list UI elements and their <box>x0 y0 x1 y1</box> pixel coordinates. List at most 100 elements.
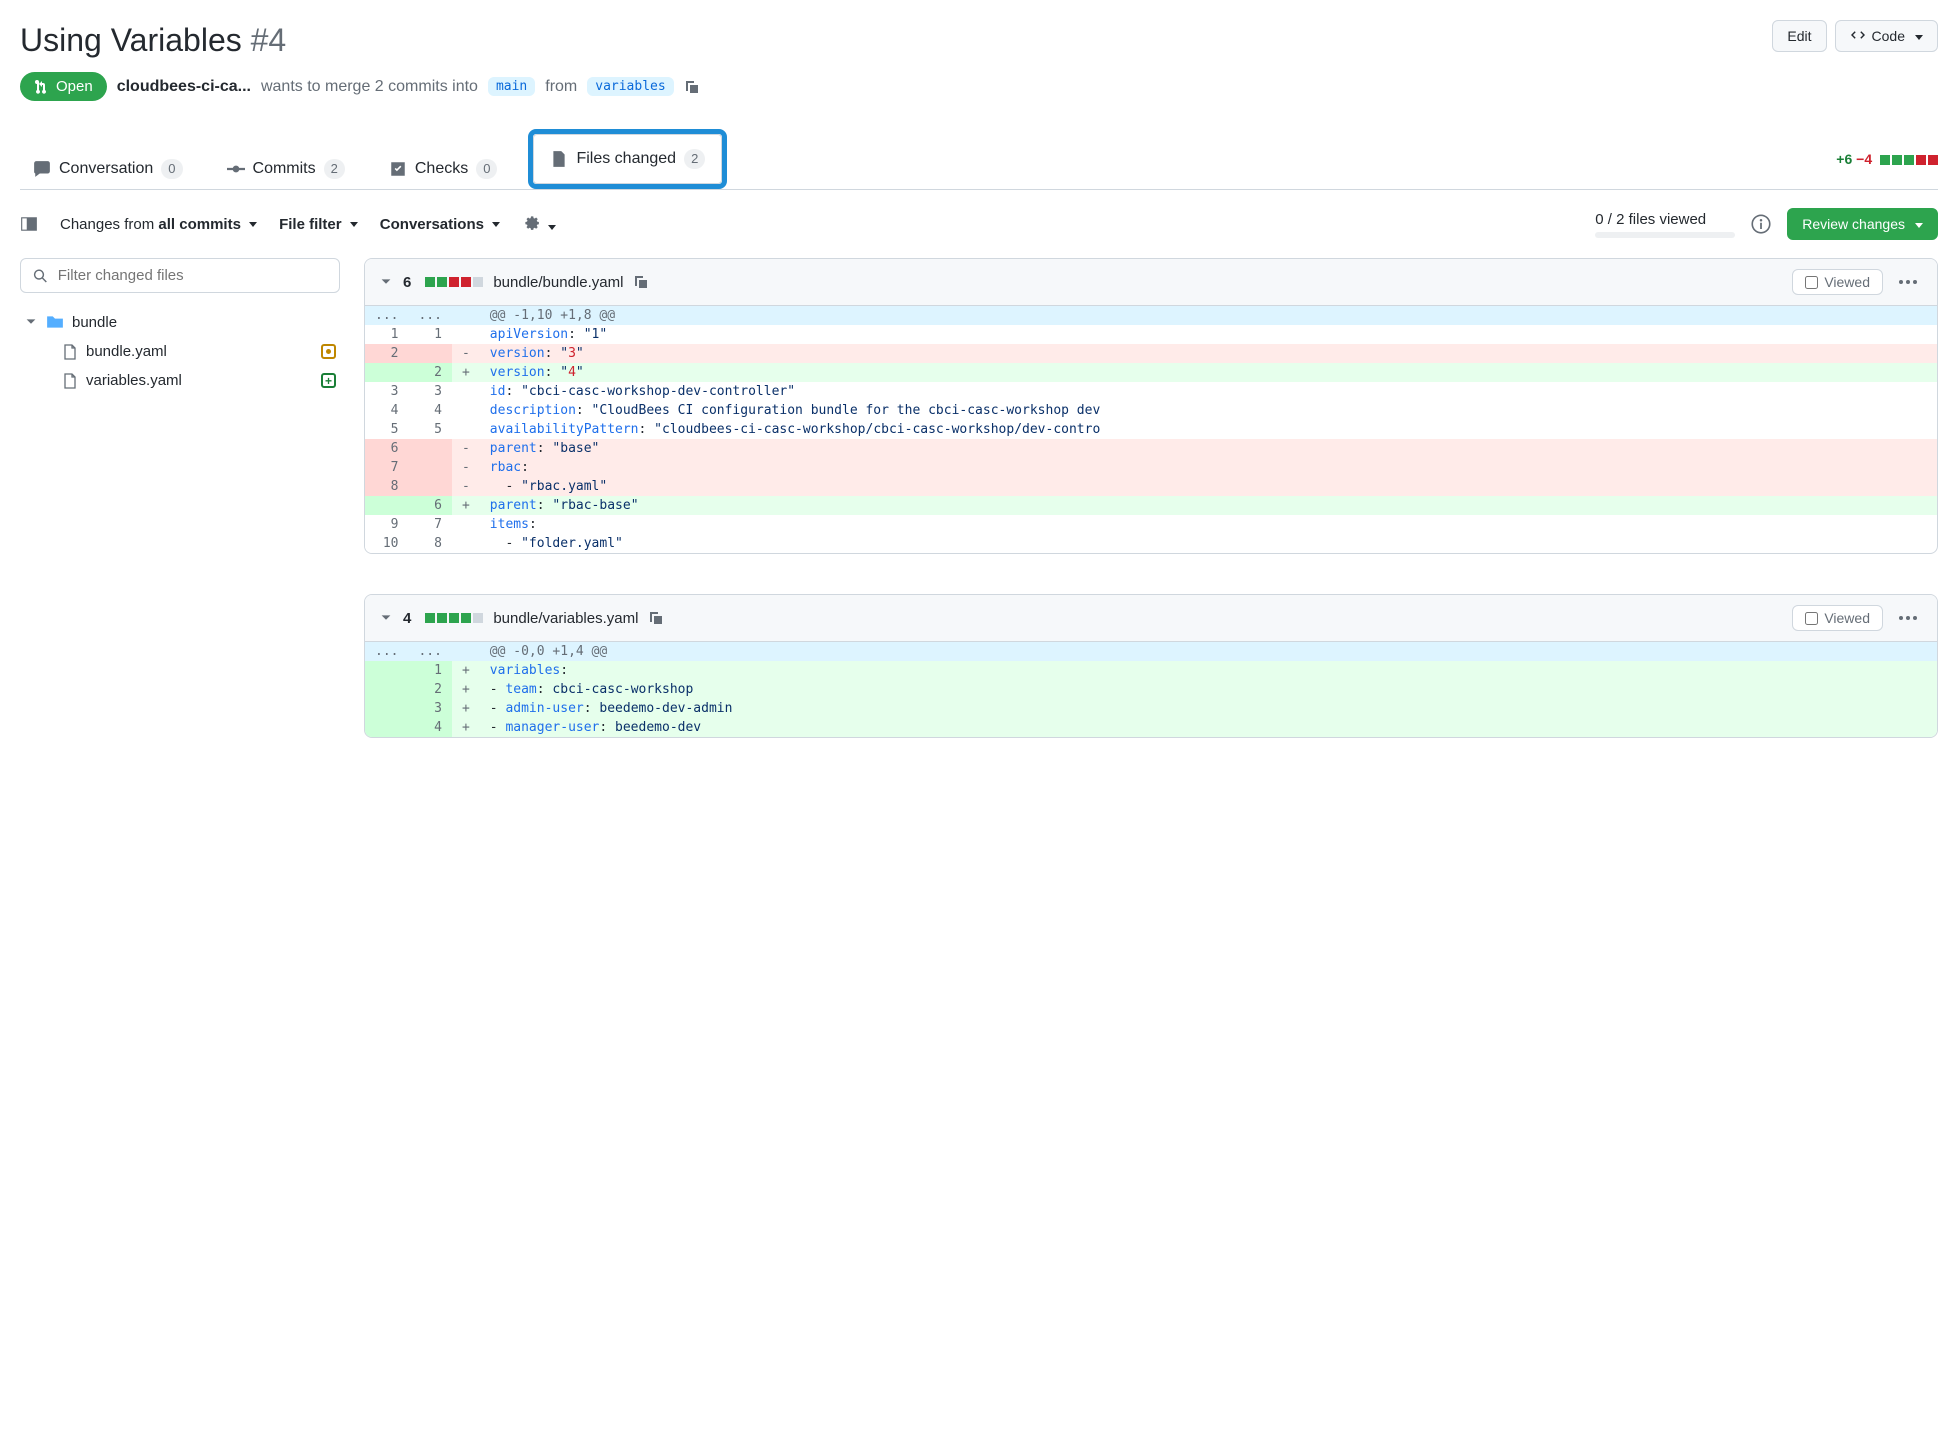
line-num-new: 6 <box>408 496 451 515</box>
filter-files-wrap[interactable] <box>20 258 340 293</box>
diff-line: 9 7 items: <box>365 515 1937 534</box>
code-button[interactable]: Code <box>1835 20 1938 52</box>
diff-line: 7 - rbac: <box>365 458 1937 477</box>
search-icon <box>33 268 48 284</box>
caret-icon <box>346 216 358 233</box>
tree-file[interactable]: bundle.yaml <box>20 337 340 366</box>
diff-line: 1 1 apiVersion: "1" <box>365 325 1937 344</box>
caret-icon <box>245 216 257 233</box>
code-line: rbac: <box>480 458 1937 477</box>
conversations-dropdown[interactable]: Conversations <box>380 216 500 233</box>
line-num-old: 2 <box>365 344 408 363</box>
line-num-old <box>365 363 408 382</box>
line-num-new: 1 <box>408 325 451 344</box>
file-diff-count: 6 <box>403 274 411 291</box>
changes-from-dropdown[interactable]: Changes from all commits <box>60 216 257 233</box>
diff-line: 3 + - admin-user: beedemo-dev-admin <box>365 699 1937 718</box>
caret-icon <box>488 216 500 233</box>
chevron-down-icon[interactable] <box>379 611 393 625</box>
files-viewed-text: 0 / 2 files viewed <box>1595 211 1706 228</box>
diff-line: 4 + - manager-user: beedemo-dev <box>365 718 1937 737</box>
hunk-header[interactable]: ... ... @@ -1,10 +1,8 @@ <box>365 306 1937 325</box>
code-line: id: "cbci-casc-workshop-dev-controller" <box>480 382 1937 401</box>
tab-files-changed[interactable]: Files changed 2 <box>533 134 722 184</box>
file-icon <box>62 373 78 389</box>
copy-icon[interactable] <box>633 274 649 290</box>
info-icon[interactable] <box>1751 214 1771 234</box>
viewed-checkbox[interactable]: Viewed <box>1792 605 1883 631</box>
line-num-old: 7 <box>365 458 408 477</box>
line-num-new: 5 <box>408 420 451 439</box>
tab-commits[interactable]: Commits 2 <box>214 148 358 189</box>
line-num-old <box>365 699 408 718</box>
diff-line: 2 - version: "3" <box>365 344 1937 363</box>
code-line: parent: "rbac-base" <box>480 496 1937 515</box>
diff-line: 10 8 - "folder.yaml" <box>365 534 1937 553</box>
file-icon <box>62 344 78 360</box>
edit-button[interactable]: Edit <box>1772 20 1826 52</box>
hunk-header[interactable]: ... ... @@ -0,0 +1,4 @@ <box>365 642 1937 661</box>
line-num-new: 3 <box>408 382 451 401</box>
diff-line: 8 - - "rbac.yaml" <box>365 477 1937 496</box>
line-num-new: 4 <box>408 718 451 737</box>
line-num-new: 2 <box>408 680 451 699</box>
diff-file: 6 bundle/bundle.yaml Viewed ... ... @@ -… <box>364 258 1938 554</box>
line-num-old: 8 <box>365 477 408 496</box>
line-num-new: 2 <box>408 363 451 382</box>
pr-author[interactable]: cloudbees-ci-ca... <box>117 78 251 96</box>
line-num-old <box>365 680 408 699</box>
diff-line: 2 + - team: cbci-casc-workshop <box>365 680 1937 699</box>
file-filter-dropdown[interactable]: File filter <box>279 216 358 233</box>
line-num-old: 5 <box>365 420 408 439</box>
file-path[interactable]: bundle/bundle.yaml <box>493 274 623 291</box>
line-num-old <box>365 661 408 680</box>
code-line: - team: cbci-casc-workshop <box>480 680 1937 699</box>
diff-line: 4 4 description: "CloudBees CI configura… <box>365 401 1937 420</box>
tree-file-label: variables.yaml <box>86 372 182 389</box>
sidebar-toggle-icon[interactable] <box>20 215 38 233</box>
review-changes-button[interactable]: Review changes <box>1787 208 1938 240</box>
file-status-mod-icon <box>321 344 336 359</box>
tree-file[interactable]: variables.yaml <box>20 366 340 395</box>
line-num-old <box>365 718 408 737</box>
file-actions-menu[interactable] <box>1893 610 1923 626</box>
folder-icon <box>46 313 64 331</box>
line-num-new: 3 <box>408 699 451 718</box>
overall-diffstat: +6 −4 <box>1836 151 1938 167</box>
tab-files-highlight: Files changed 2 <box>528 129 727 189</box>
copy-icon[interactable] <box>648 610 664 626</box>
line-num-old: 9 <box>365 515 408 534</box>
code-line: availabilityPattern: "cloudbees-ci-casc-… <box>480 420 1937 439</box>
head-branch[interactable]: variables <box>587 77 673 96</box>
settings-dropdown[interactable] <box>522 213 556 235</box>
line-num-old: 1 <box>365 325 408 344</box>
gear-icon <box>522 213 540 231</box>
code-line: items: <box>480 515 1937 534</box>
code-line: - "rbac.yaml" <box>480 477 1937 496</box>
tab-conversation[interactable]: Conversation 0 <box>20 148 196 189</box>
copy-icon[interactable] <box>684 79 700 95</box>
line-num-new <box>408 344 451 363</box>
base-branch[interactable]: main <box>488 77 535 96</box>
code-line: - admin-user: beedemo-dev-admin <box>480 699 1937 718</box>
line-num-new <box>408 477 451 496</box>
tree-file-label: bundle.yaml <box>86 343 167 360</box>
chevron-down-icon[interactable] <box>379 275 393 289</box>
line-num-new <box>408 458 451 477</box>
line-num-new <box>408 439 451 458</box>
line-num-old <box>365 496 408 515</box>
caret-icon <box>1911 214 1923 234</box>
tab-checks[interactable]: Checks 0 <box>376 148 511 189</box>
line-num-old: 4 <box>365 401 408 420</box>
viewed-checkbox[interactable]: Viewed <box>1792 269 1883 295</box>
diff-line: 6 + parent: "rbac-base" <box>365 496 1937 515</box>
pr-state-badge: Open <box>20 72 107 101</box>
diff-line: 6 - parent: "base" <box>365 439 1937 458</box>
tree-folder[interactable]: bundle <box>20 307 340 337</box>
code-line: - "folder.yaml" <box>480 534 1937 553</box>
file-diff-count: 4 <box>403 610 411 627</box>
file-actions-menu[interactable] <box>1893 274 1923 290</box>
file-path[interactable]: bundle/variables.yaml <box>493 610 638 627</box>
file-status-add-icon <box>321 373 336 388</box>
filter-files-input[interactable] <box>56 266 327 285</box>
